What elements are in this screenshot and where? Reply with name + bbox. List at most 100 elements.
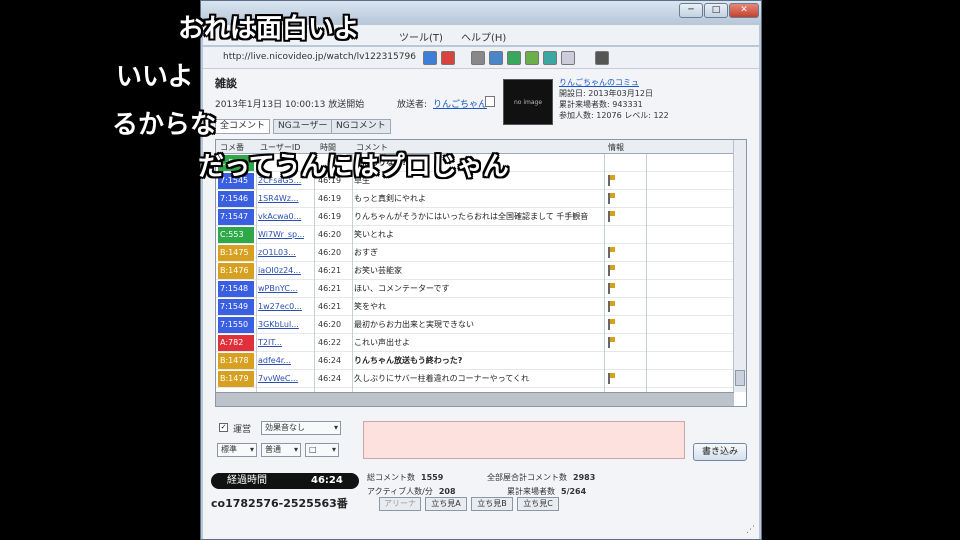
- comment-row[interactable]: B:1478 adfe4r... 46:24 りんちゃん放送もう終わった?: [216, 352, 734, 370]
- start-time: 2013年1月13日 10:00:13 放送開始: [215, 100, 365, 110]
- comment-time: 46:21: [318, 284, 342, 293]
- all-comments-value: 2983: [573, 473, 596, 482]
- tab-ng-users[interactable]: NGユーザー: [273, 119, 333, 134]
- user-id-link[interactable]: 7vvWeC...: [258, 371, 304, 387]
- comment-text: 笑いとれよ: [354, 230, 394, 239]
- tab-all-comments[interactable]: 全コメント: [215, 119, 271, 134]
- community-info: りんごちゃんのコミュ 開設日: 2013年03月12日 累計来場者数: 9433…: [559, 77, 669, 121]
- community-link[interactable]: りんごちゃんのコミュ: [559, 77, 669, 88]
- active-users-label: アクティブ人数/分: [367, 487, 433, 496]
- flag-icon: [608, 319, 615, 330]
- comment-row[interactable]: 7:1548 wPBnYC... 46:21 ほい、コメンテーターです: [216, 280, 734, 298]
- tab-ng-comments[interactable]: NGコメント: [331, 119, 391, 134]
- flag-icon: [608, 301, 615, 312]
- room-b-button[interactable]: 立ち見B: [471, 497, 513, 511]
- speaker-icon[interactable]: [561, 51, 575, 65]
- comment-number: B:1479: [218, 371, 254, 387]
- comment-time: 46:24: [318, 356, 342, 365]
- operator-checkbox[interactable]: ✓: [219, 423, 228, 432]
- color-dropdown[interactable]: □: [305, 443, 339, 457]
- room-c-button[interactable]: 立ち見C: [517, 497, 559, 511]
- flag-icon: [608, 175, 615, 186]
- user-id-link[interactable]: adfe4r...: [258, 353, 304, 369]
- column-divider: [314, 154, 315, 392]
- menu-help[interactable]: ヘルプ(H): [461, 29, 506, 44]
- comment-text: お笑い芸能家: [354, 266, 402, 275]
- connect-icon[interactable]: [423, 51, 437, 65]
- comment-time: 46:24: [318, 374, 342, 383]
- flag-icon: [608, 337, 615, 348]
- screen: ─ □ ✕ ツール(T) ヘルプ(H) http://live.nicovide…: [0, 0, 960, 540]
- vertical-scrollbar[interactable]: [733, 140, 746, 392]
- position-dropdown[interactable]: 普通: [261, 443, 301, 457]
- room-arena-button[interactable]: アリーナ: [379, 497, 421, 511]
- comment-row[interactable]: B:1476 iaOI0z24... 46:21 お笑い芸能家: [216, 262, 734, 280]
- minimize-button[interactable]: ─: [679, 3, 703, 18]
- sound-effect-dropdown[interactable]: 効果音なし: [261, 421, 341, 435]
- export-icon[interactable]: [525, 51, 539, 65]
- comment-row[interactable]: 7:1550 3GKbLul... 46:20 最初からお力出来と実現できない: [216, 316, 734, 334]
- flag-icon: [608, 283, 615, 294]
- settings-icon[interactable]: [471, 51, 485, 65]
- info-line: 累計来場者数: 943331: [559, 100, 643, 109]
- log-icon[interactable]: [543, 51, 557, 65]
- room-a-button[interactable]: 立ち見A: [425, 497, 467, 511]
- broadcaster-label: 放送者:: [397, 100, 428, 110]
- user-id-link[interactable]: iaOI0z24...: [258, 263, 304, 279]
- listeners-value: 5/264: [561, 487, 587, 496]
- comment-row[interactable]: B:1475 zO1L03... 46:20 おすぎ: [216, 244, 734, 262]
- comment-row[interactable]: C:553 Wi7Wr_sp... 46:20 笑いとれよ: [216, 226, 734, 244]
- overlay-subtitle: いいよ: [116, 62, 194, 92]
- broadcast-url[interactable]: http://live.nicovideo.jp/watch/lv1223157…: [223, 52, 416, 62]
- broadcaster-link[interactable]: りんごちゃん: [433, 97, 487, 110]
- comment-time: 46:19: [318, 194, 342, 203]
- disconnect-icon[interactable]: [441, 51, 455, 65]
- comment-input[interactable]: [363, 421, 685, 459]
- comment-text: りんちゃんがそうかにはいったらおれは全国確認まして 千手観音: [354, 212, 589, 221]
- comment-number: 7:1549: [218, 299, 254, 315]
- menu-tools[interactable]: ツール(T): [399, 29, 443, 44]
- overlay-subtitle: るからな: [112, 110, 217, 140]
- comment-time: 46:20: [318, 230, 342, 239]
- comment-number: C:553: [218, 227, 254, 243]
- flag-icon: [608, 373, 615, 384]
- flag-icon: [608, 193, 615, 204]
- save-icon[interactable]: [489, 51, 503, 65]
- comment-row[interactable]: B:1479 7vvWeC... 46:24 久しぶりにサバー柱着違れのコーナーやって…: [216, 370, 734, 388]
- comment-row[interactable]: 7:1547 vkAcwa0... 46:19 りんちゃんがそうかにはいったらおれは全…: [216, 208, 734, 226]
- all-comments-label: 全部屋合計コメント数: [487, 473, 567, 482]
- overlay-subtitle: だってうんにはプロじゃん: [198, 152, 509, 182]
- info-line: 参加人数: 12076 レベル: 122: [559, 111, 669, 120]
- comment-text: これい声出せよ: [354, 338, 410, 347]
- user-id-link[interactable]: wPBnYC...: [258, 281, 304, 297]
- comment-row[interactable]: A:782 T2IT... 46:22 これい声出せよ: [216, 334, 734, 352]
- size-dropdown[interactable]: 標準: [217, 443, 257, 457]
- resize-grip-icon[interactable]: ⋰: [746, 525, 755, 535]
- post-button[interactable]: 書き込み: [693, 443, 747, 461]
- user-id-link[interactable]: 1w27ec0...: [258, 299, 304, 315]
- volume-icon[interactable]: [595, 51, 609, 65]
- user-id-link[interactable]: vkAcwa0...: [258, 209, 304, 225]
- user-id-link[interactable]: T2IT...: [258, 335, 304, 351]
- comment-row[interactable]: 7:1549 1w27ec0... 46:21 笑をやれ: [216, 298, 734, 316]
- refresh-icon[interactable]: [507, 51, 521, 65]
- comment-number: 7:1550: [218, 317, 254, 333]
- column-divider: [256, 154, 257, 392]
- all-comments-stat: 全部屋合計コメント数 2983: [487, 471, 595, 484]
- col-info-header[interactable]: 情報: [608, 142, 624, 153]
- user-id-link[interactable]: Wi7Wr_sp...: [258, 227, 304, 243]
- comment-row[interactable]: 7:1546 1SR4Wz... 46:19 もっと真剣にやれよ: [216, 190, 734, 208]
- user-id-link[interactable]: 1SR4Wz...: [258, 191, 304, 207]
- close-button[interactable]: ✕: [729, 3, 759, 18]
- total-comments-stat: 総コメント数 1559: [367, 471, 443, 484]
- comment-number: B:1478: [218, 353, 254, 369]
- comment-text: 久しぶりにサバー柱着違れのコーナーやってくれ: [354, 374, 530, 383]
- scroll-thumb[interactable]: [735, 370, 745, 386]
- flag-icon: [608, 211, 615, 222]
- document-icon[interactable]: [485, 96, 495, 107]
- user-id-link[interactable]: zO1L03...: [258, 245, 304, 261]
- elapsed-label: 経過時間: [227, 475, 267, 486]
- user-id-link[interactable]: 3GKbLul...: [258, 317, 304, 333]
- maximize-button[interactable]: □: [704, 3, 728, 18]
- horizontal-scrollbar[interactable]: [216, 392, 734, 406]
